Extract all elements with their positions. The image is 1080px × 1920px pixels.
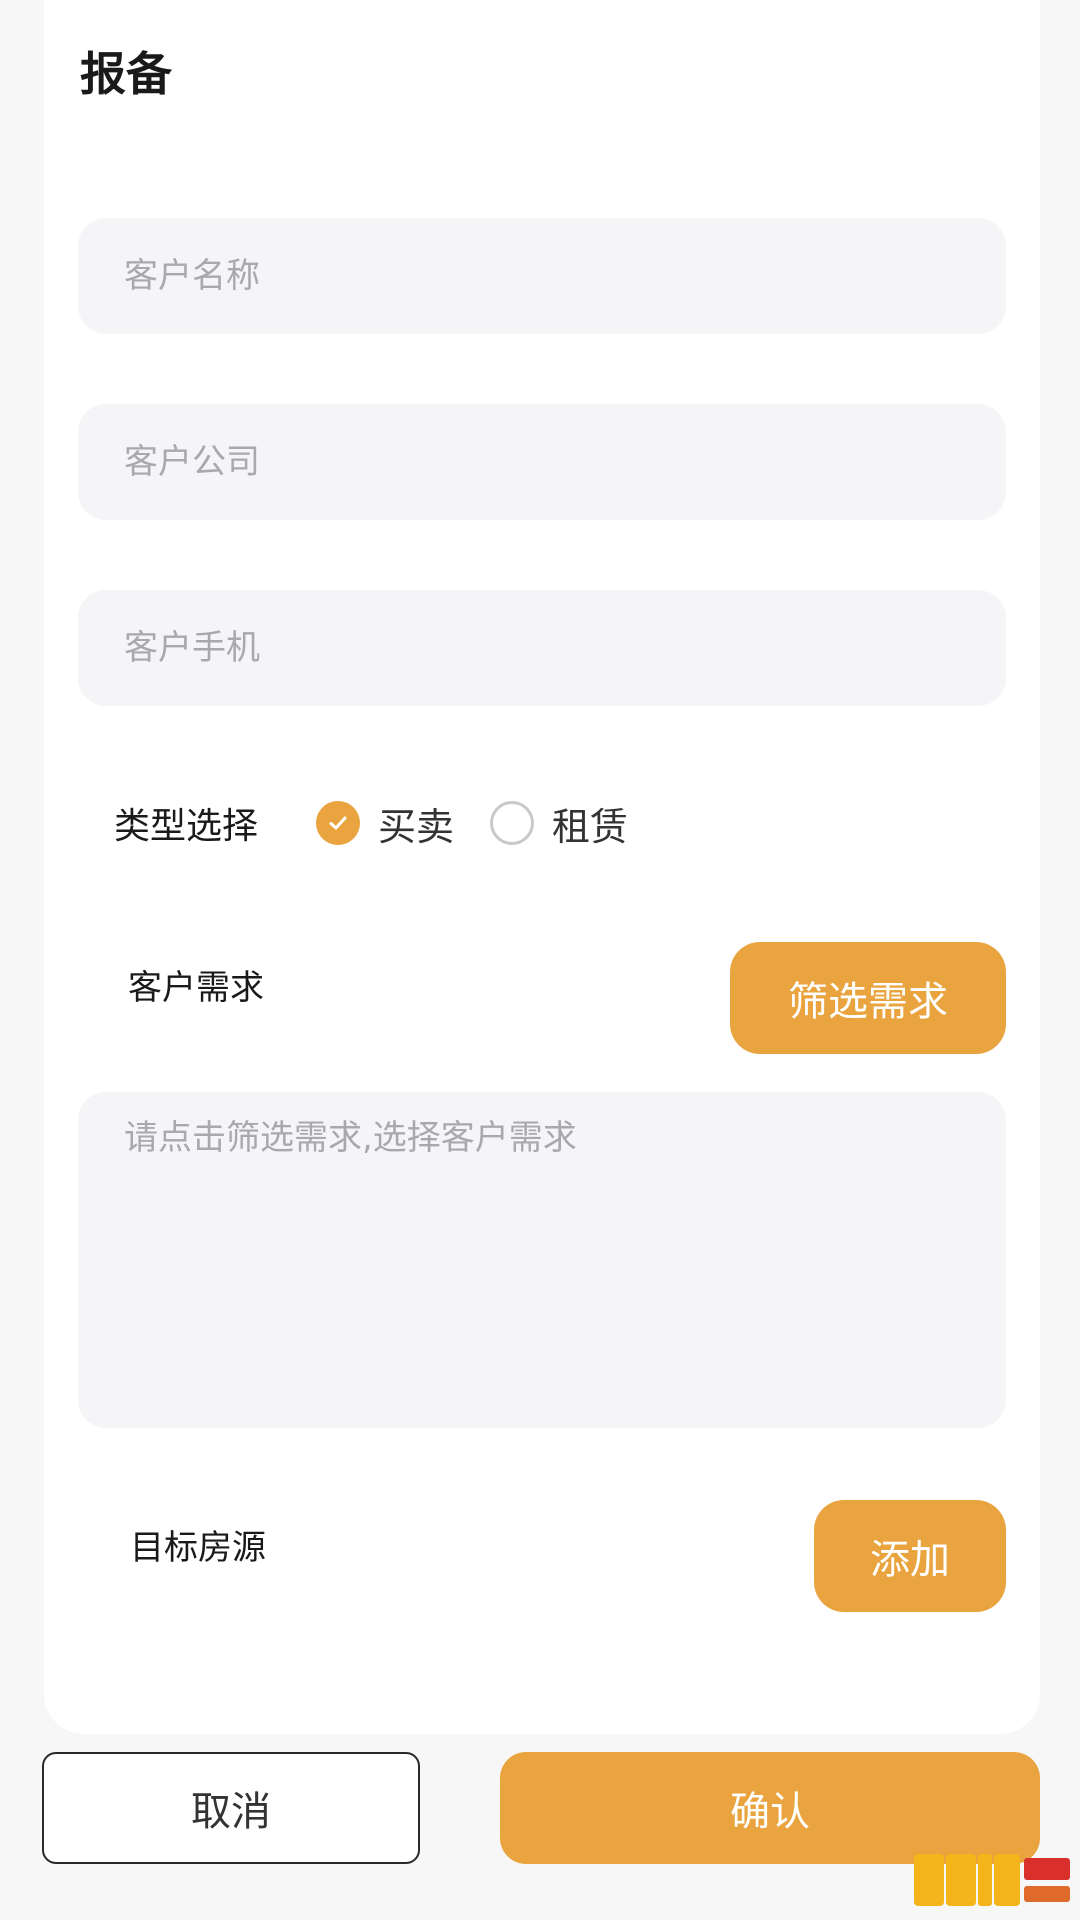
type-select-label: 类型选择 [114, 806, 259, 847]
radio-unchecked-icon[interactable] [490, 801, 535, 845]
page-title: 报备 [80, 47, 172, 101]
customer-demand-textarea[interactable] [78, 1092, 1006, 1428]
customer-company-input[interactable] [78, 404, 1006, 520]
report-page: 报备 类型选择 买卖 租赁 客户需求 筛选需求 目标房源 添加 [0, 0, 1080, 1920]
radio-option-rental[interactable]: 租赁 [490, 796, 628, 851]
customer-demand-label: 客户需求 [128, 968, 264, 1008]
checkmark-icon [329, 816, 347, 830]
cancel-button[interactable]: 取消 [42, 1752, 420, 1864]
watermark-logo [914, 1854, 1070, 1906]
radio-label-buy-sell: 买卖 [378, 804, 455, 849]
customer-name-input[interactable] [78, 218, 1006, 334]
radio-checked-icon[interactable] [316, 801, 361, 845]
type-select-row: 类型选择 买卖 租赁 [114, 790, 628, 856]
add-listing-button[interactable]: 添加 [814, 1500, 1006, 1612]
form-card: 报备 类型选择 买卖 租赁 客户需求 筛选需求 目标房源 添加 [44, 0, 1040, 1734]
radio-option-buy-sell[interactable]: 买卖 [316, 796, 454, 851]
filter-demand-button[interactable]: 筛选需求 [730, 942, 1006, 1054]
customer-phone-input[interactable] [78, 590, 1006, 706]
radio-label-rental: 租赁 [552, 804, 629, 849]
target-listing-label: 目标房源 [130, 1528, 266, 1568]
